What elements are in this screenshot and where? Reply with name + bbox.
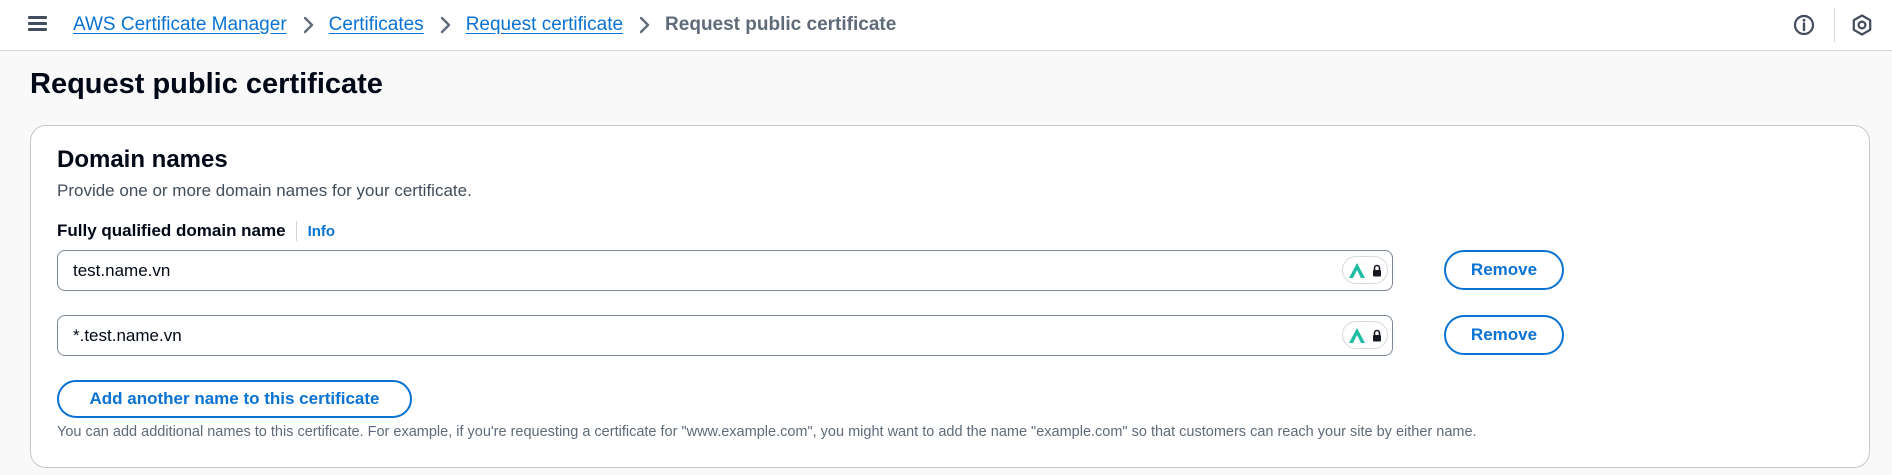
chevron-right-icon bbox=[623, 16, 665, 34]
domain-name-input[interactable] bbox=[57, 315, 1393, 356]
domain-name-input[interactable] bbox=[57, 250, 1393, 291]
breadcrumb-request-certificate[interactable]: Request certificate bbox=[466, 14, 623, 36]
domain-row: Remove bbox=[57, 315, 1567, 356]
menu-icon[interactable] bbox=[28, 14, 50, 34]
page-title: Request public certificate bbox=[30, 68, 383, 100]
topbar-divider bbox=[1834, 8, 1835, 42]
breadcrumb: AWS Certificate Manager Certificates Req… bbox=[73, 13, 896, 37]
lock-icon bbox=[1373, 264, 1381, 276]
breadcrumb-aws-certificate-manager[interactable]: AWS Certificate Manager bbox=[73, 14, 287, 36]
section-description: Provide one or more domain names for you… bbox=[57, 181, 472, 200]
section-title: Domain names bbox=[57, 146, 228, 173]
password-manager-icon[interactable] bbox=[1342, 321, 1388, 349]
breadcrumb-current-page: Request public certificate bbox=[665, 14, 897, 35]
top-navigation-bar: AWS Certificate Manager Certificates Req… bbox=[0, 0, 1892, 51]
domain-names-container: Domain names Provide one or more domain … bbox=[30, 125, 1870, 468]
password-manager-icon[interactable] bbox=[1342, 256, 1388, 284]
domain-row: Remove bbox=[57, 250, 1567, 291]
settings-icon[interactable] bbox=[1850, 13, 1874, 37]
add-domain-button[interactable]: Add another name to this certificate bbox=[57, 380, 412, 418]
remove-domain-button[interactable]: Remove bbox=[1444, 250, 1564, 290]
breadcrumb-certificates[interactable]: Certificates bbox=[329, 14, 424, 36]
label-divider bbox=[295, 221, 297, 241]
fqdn-label: Fully qualified domain name bbox=[57, 221, 286, 240]
info-icon[interactable] bbox=[1792, 13, 1816, 37]
field-label-row: Fully qualified domain name Info bbox=[57, 220, 335, 242]
lock-icon bbox=[1373, 329, 1381, 341]
helper-text: You can add additional names to this cer… bbox=[57, 424, 1477, 440]
info-link[interactable]: Info bbox=[308, 223, 336, 240]
chevron-right-icon bbox=[287, 16, 329, 34]
chevron-right-icon bbox=[424, 16, 466, 34]
remove-domain-button[interactable]: Remove bbox=[1444, 315, 1564, 355]
